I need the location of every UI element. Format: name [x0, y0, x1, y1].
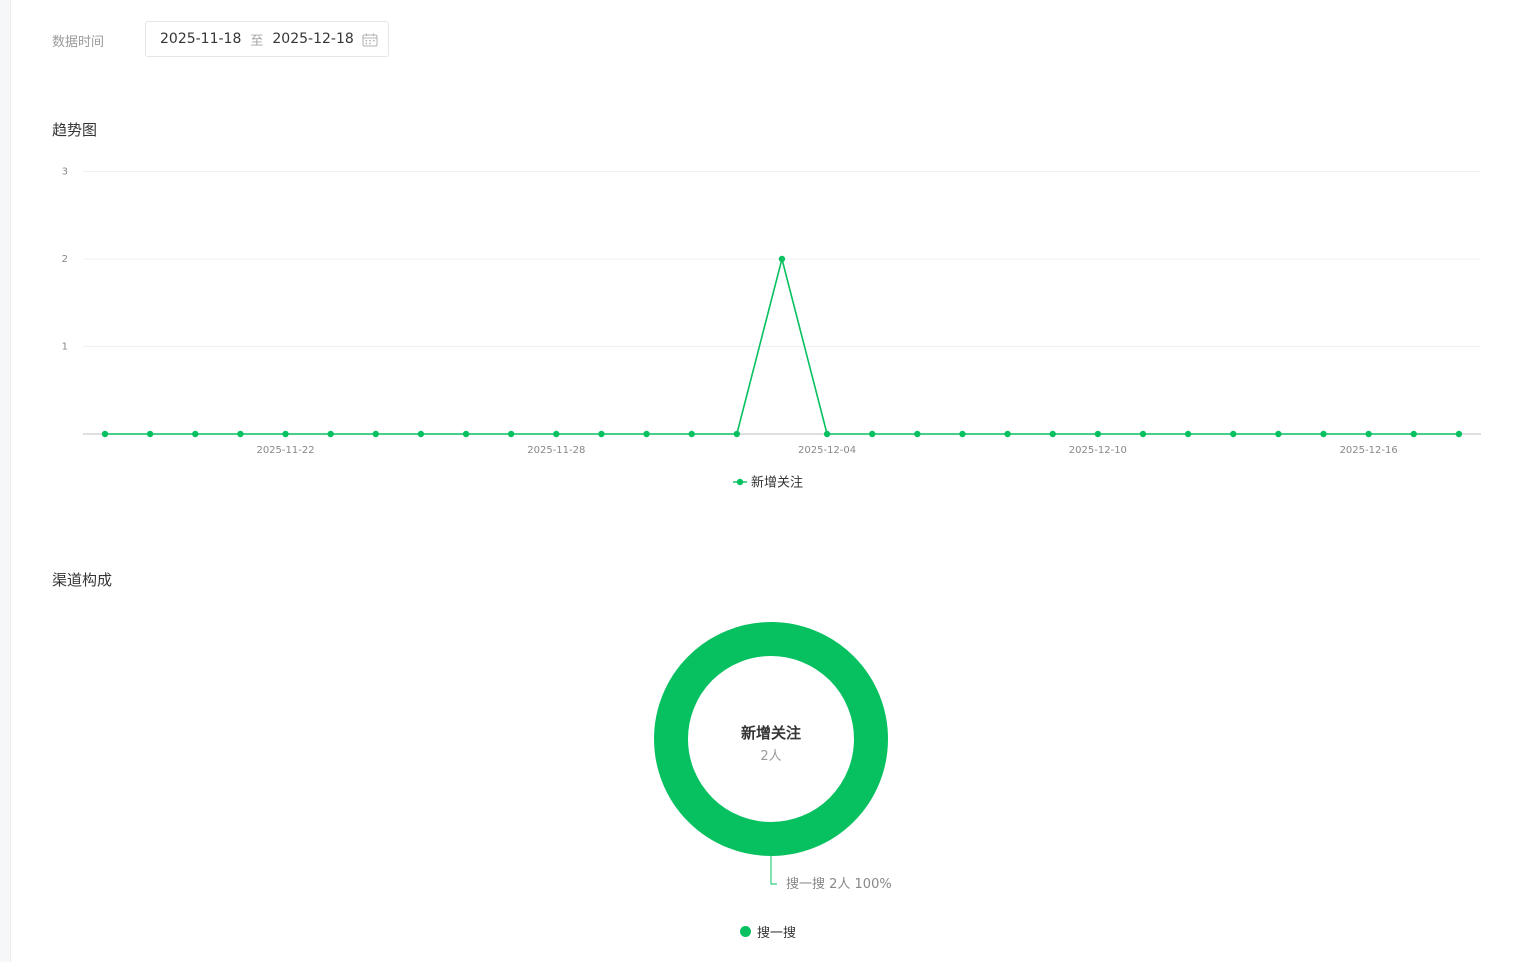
legend-dot-icon	[736, 478, 744, 486]
slice-callout-label: 搜一搜 2人 100%	[786, 877, 892, 892]
pie-legend-label: 搜一搜	[757, 926, 797, 941]
data-point[interactable]	[146, 430, 154, 438]
data-point[interactable]	[462, 430, 470, 438]
data-point[interactable]	[869, 430, 876, 438]
date-range-picker[interactable]: 2025-11-18 至 2025-12-18	[145, 21, 389, 57]
data-point[interactable]	[1410, 430, 1417, 438]
data-point[interactable]	[959, 430, 966, 438]
pie-legend-item[interactable]: 搜一搜	[740, 922, 796, 941]
data-point[interactable]	[643, 430, 650, 438]
data-point[interactable]	[237, 430, 244, 438]
data-point[interactable]	[1320, 430, 1327, 438]
data-point[interactable]	[823, 430, 831, 438]
data-point[interactable]	[1455, 430, 1463, 438]
line-legend-item[interactable]: 新增关注	[733, 475, 803, 491]
channel-donut-chart: 新增关注 2人搜一搜 2人 100%	[654, 622, 892, 892]
data-point[interactable]	[778, 255, 786, 263]
data-point[interactable]	[733, 430, 741, 438]
data-point[interactable]	[598, 430, 605, 438]
start-date-value[interactable]: 2025-11-18	[160, 31, 241, 47]
y-tick-label: 2	[62, 254, 68, 265]
data-point[interactable]	[553, 430, 560, 438]
trend-line-chart: 1 2 3 2025-11-22 2025-11-28 2025-12-04 2025-12…	[62, 167, 1481, 491]
data-point[interactable]	[507, 430, 515, 438]
data-point[interactable]	[1365, 430, 1372, 438]
pie-legend-dot-icon	[740, 926, 751, 937]
calendar-icon[interactable]	[362, 33, 378, 47]
data-point[interactable]	[192, 430, 199, 438]
data-point[interactable]	[327, 430, 334, 438]
x-tick-label: 2025-12-16	[1340, 445, 1398, 456]
date-filter-label: 数据时间	[52, 35, 105, 50]
legend-label: 新增关注	[751, 475, 803, 491]
data-point[interactable]	[282, 430, 289, 438]
data-point[interactable]	[1275, 430, 1282, 438]
data-point[interactable]	[101, 430, 109, 438]
y-tick-label: 1	[62, 342, 68, 353]
y-tick-label: 3	[62, 167, 68, 178]
data-point[interactable]	[688, 430, 695, 438]
data-point[interactable]	[1230, 430, 1237, 438]
x-tick-label: 2025-11-28	[527, 445, 585, 456]
trend-chart-title: 趋势图	[52, 121, 98, 139]
data-point[interactable]	[372, 430, 379, 438]
callout-line	[770, 856, 777, 885]
data-point[interactable]	[417, 430, 425, 438]
x-tick-label: 2025-12-04	[798, 445, 856, 456]
data-point[interactable]	[1139, 430, 1147, 438]
channel-chart-title: 渠道构成	[52, 571, 113, 589]
x-tick-label: 2025-11-22	[256, 445, 314, 456]
donut-center-title: 新增关注	[741, 724, 801, 742]
data-point[interactable]	[1004, 430, 1011, 438]
x-tick-label: 2025-12-10	[1069, 445, 1127, 456]
data-point[interactable]	[1184, 430, 1192, 438]
data-point[interactable]	[1094, 430, 1102, 438]
end-date-value[interactable]: 2025-12-18	[272, 31, 353, 47]
date-separator: 至	[250, 33, 264, 49]
data-point[interactable]	[1049, 430, 1056, 438]
data-point[interactable]	[914, 430, 921, 438]
donut-center-value: 2人	[760, 749, 781, 764]
